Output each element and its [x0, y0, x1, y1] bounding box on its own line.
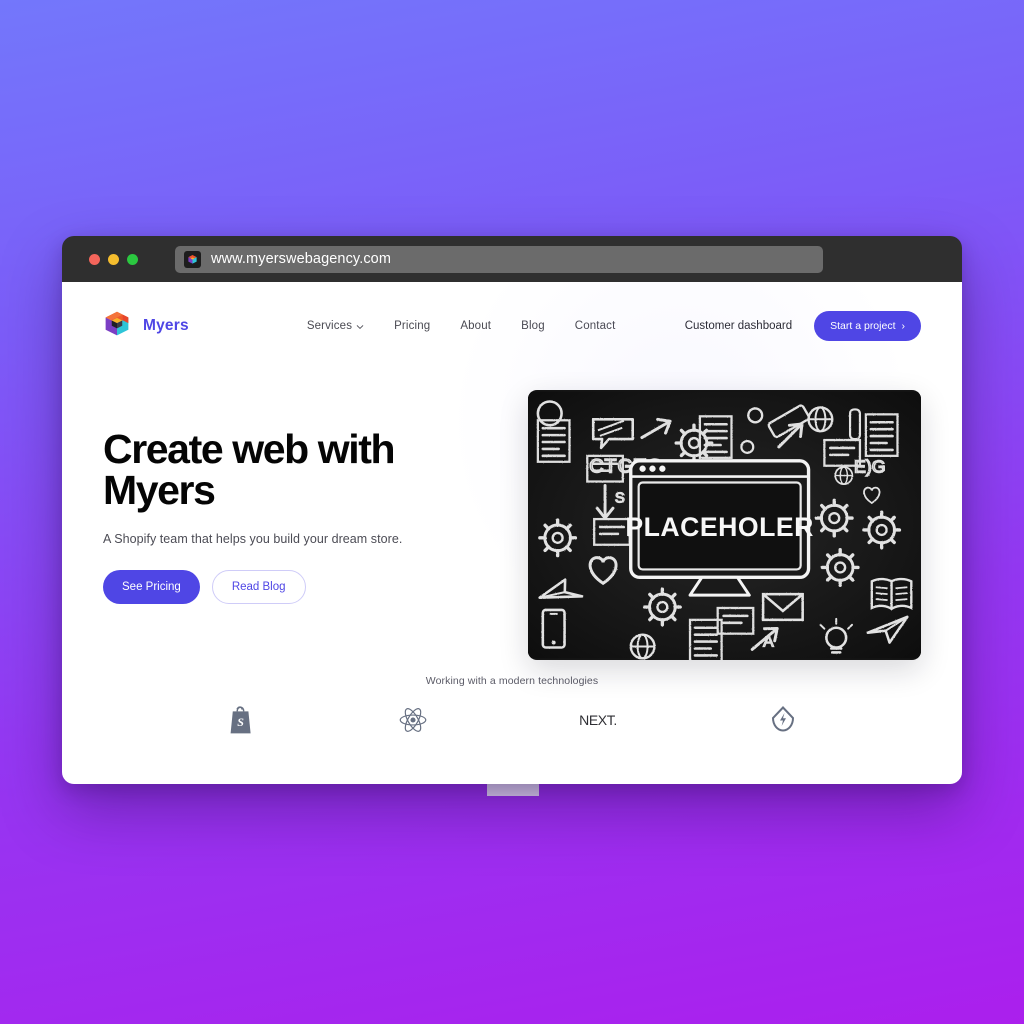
start-a-project-button[interactable]: Start a project › [814, 311, 921, 341]
see-pricing-button[interactable]: See Pricing [103, 570, 200, 604]
nav-item-about[interactable]: About [460, 320, 491, 332]
header-actions: Customer dashboard Start a project › [685, 311, 921, 341]
primary-navigation: Services Pricing About Blog Contact [307, 320, 616, 332]
url-text: www.myerswebagency.com [211, 251, 392, 267]
minimize-window-button[interactable] [108, 253, 119, 265]
address-bar[interactable]: www.myerswebagency.com [175, 245, 823, 273]
svg-text:A: A [763, 634, 774, 651]
hydrogen-logo [766, 703, 800, 737]
site-header: Myers Services Pricing About Blog Contac… [62, 282, 962, 370]
hero-section: Create web with Myers A Shopify team tha… [62, 390, 962, 660]
hero-subtitle: A Shopify team that helps you build your… [103, 532, 403, 546]
technology-strip: Working with a modern technologies S NEX… [62, 675, 962, 737]
browser-titlebar: www.myerswebagency.com [62, 236, 962, 282]
brand-name: Myers [143, 317, 189, 334]
nav-item-contact[interactable]: Contact [575, 320, 616, 332]
nextjs-wordmark: NEXT. [579, 712, 617, 728]
hero-copy: Create web with Myers A Shopify team tha… [103, 390, 528, 660]
react-logo [396, 703, 430, 737]
chalkboard-doodle-illustration: CTGTG E)G S A PLACEHOLER [527, 390, 921, 660]
chevron-right-icon: › [901, 320, 906, 332]
page-title: Create web with Myers [103, 429, 413, 511]
nav-item-pricing[interactable]: Pricing [394, 320, 430, 332]
svg-text:PLACEHOLER: PLACEHOLER [625, 512, 814, 542]
read-blog-button[interactable]: Read Blog [211, 570, 306, 604]
svg-text:E)G: E)G [854, 457, 886, 477]
start-a-project-label: Start a project [830, 320, 896, 332]
nav-item-blog[interactable]: Blog [521, 320, 545, 332]
nav-item-services-label: Services [306, 320, 353, 332]
browser-window: www.myerswebagency.com Myers Services Pr… [62, 236, 962, 784]
chevron-down-icon [356, 322, 364, 330]
technology-logos: S NEXT. [62, 703, 962, 737]
brand-logo-link[interactable]: Myers [103, 310, 189, 343]
isometric-cube-logo [103, 310, 131, 343]
maximize-window-button[interactable] [127, 253, 138, 265]
nextjs-logo: NEXT. [568, 703, 628, 737]
customer-dashboard-link[interactable]: Customer dashboard [685, 320, 792, 332]
svg-text:S: S [615, 490, 625, 506]
svg-text:S: S [237, 715, 244, 729]
shopify-logo: S [224, 703, 258, 737]
technology-caption: Working with a modern technologies [425, 675, 599, 687]
page-viewport: Myers Services Pricing About Blog Contac… [62, 282, 962, 784]
nav-item-services[interactable]: Services [307, 320, 364, 332]
hero-actions: See Pricing Read Blog [103, 570, 528, 604]
close-window-button[interactable] [89, 253, 100, 265]
traffic-lights [89, 253, 138, 265]
cube-favicon [184, 250, 201, 268]
hero-title-line-1: Create web with [103, 426, 396, 472]
hero-title-line-2: Myers [103, 467, 216, 513]
